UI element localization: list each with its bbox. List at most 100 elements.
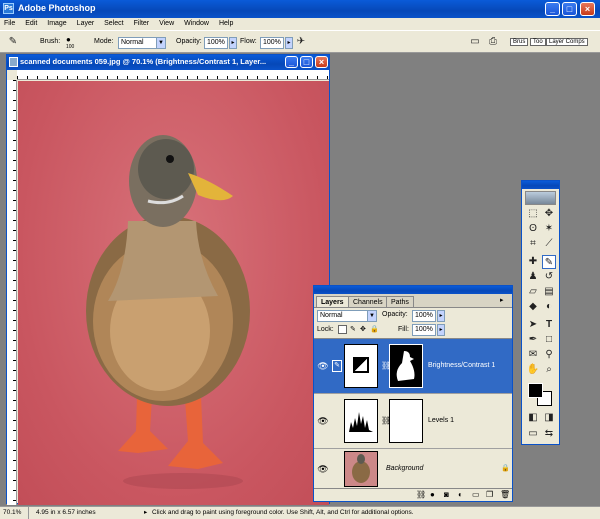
layer-name: Brightness/Contrast 1 [428,362,496,369]
maximize-button[interactable]: □ [562,2,577,16]
brush-tool-icon[interactable]: ✎ [6,35,20,49]
menu-help[interactable]: Help [219,20,233,27]
fill-arrow-icon[interactable]: ▸ [437,324,445,336]
flow-label: Flow: [240,38,257,45]
background-thumbnail [344,451,378,487]
hand-tool-icon[interactable]: ✋ [526,363,540,377]
delete-layer-icon[interactable]: 🗑 [500,490,510,499]
lock-move-icon[interactable]: ✥ [360,325,366,333]
lock-label: Lock: [317,326,334,333]
menu-layer[interactable]: Layer [77,20,95,27]
blend-mode-select[interactable]: Normal ▼ [317,310,377,322]
layer-row-brightness-contrast[interactable]: 👁 ✎ ⛓ Brightness/Contrast 1 [314,339,512,394]
path-select-icon[interactable]: ➤ [526,318,540,332]
lasso-tool-icon[interactable]: ʘ [526,222,540,236]
blur-tool-icon[interactable]: ◆ [526,300,540,314]
airbrush-icon[interactable]: ✈ [294,35,308,49]
flow-arrow-icon[interactable]: ▸ [285,37,293,49]
add-mask-icon[interactable]: ◙ [444,490,449,499]
tab-channels[interactable]: Channels [348,296,388,307]
menu-select[interactable]: Select [104,20,123,27]
marquee-tool-icon[interactable]: ⬚ [526,207,540,221]
tab-tool-presets[interactable]: Too [530,38,546,46]
new-fill-layer-icon[interactable]: ◐ [458,490,463,499]
slice-tool-icon[interactable]: ⟋ [542,237,556,251]
layer-brush-icon: ✎ [332,360,342,372]
foreground-color-swatch[interactable] [528,383,543,398]
visibility-eye-icon[interactable]: 👁 [317,463,329,475]
tab-paths[interactable]: Paths [386,296,414,307]
opacity-arrow-icon[interactable]: ▸ [229,37,237,49]
lock-paint-icon[interactable]: ✎ [350,325,356,333]
eyedropper-icon[interactable]: ⚲ [542,348,556,362]
tab-layers[interactable]: Layers [316,296,349,307]
eraser-tool-icon[interactable]: ▱ [526,285,540,299]
app-title: Adobe Photoshop [18,3,96,13]
horizontal-ruler [17,70,329,80]
menu-file[interactable]: File [4,20,15,27]
status-bar: 70.1% 4.95 in x 6.57 inches ▸ Click and … [0,506,600,519]
jump-to-imageready-icon[interactable]: ⇆ [542,427,556,441]
app-title-bar: Ps Adobe Photoshop _ □ × [0,0,600,18]
menu-image[interactable]: Image [47,20,66,27]
layer-style-icon[interactable]: ● [430,490,435,499]
type-tool-icon[interactable]: T [542,318,556,332]
visibility-eye-icon[interactable]: 👁 [317,415,329,427]
brush-preview-icon[interactable]: ● [66,35,71,44]
notes-tool-icon[interactable]: ✉ [526,348,540,362]
zoom-tool-icon[interactable]: ⌕ [542,363,556,377]
clone-stamp-icon[interactable]: ♟ [526,270,540,284]
screen-mode-icon[interactable]: ▭ [526,427,540,441]
magic-wand-icon[interactable]: ✶ [542,222,556,236]
history-brush-icon[interactable]: ↺ [542,270,556,284]
minimize-button[interactable]: _ [545,2,560,16]
file-browser-icon[interactable]: ▭ [468,35,482,49]
lock-icon: 🔒 [501,465,510,472]
pen-tool-icon[interactable]: ✒ [526,333,540,347]
adobe-online-icon[interactable] [525,191,556,205]
fill-input[interactable]: 100% [412,324,436,336]
close-button[interactable]: × [580,2,595,16]
dodge-tool-icon[interactable]: ◐ [542,300,556,314]
menu-edit[interactable]: Edit [25,20,37,27]
adjustment-thumbnail [344,344,378,388]
opacity-input[interactable]: 100% [204,37,228,49]
layers-opacity-input[interactable]: 100% [412,310,436,322]
menu-filter[interactable]: Filter [134,20,150,27]
layer-row-levels[interactable]: 👁 ⛓ Levels 1 [314,394,512,449]
menu-view[interactable]: View [159,20,174,27]
lock-all-icon[interactable]: 🔒 [370,325,379,333]
tab-layer-comps[interactable]: Layer Comps [546,38,588,46]
shape-tool-icon[interactable]: □ [542,333,556,347]
quick-mask-icon[interactable]: ◧ [526,411,540,425]
healing-brush-icon[interactable]: ✚ [526,255,540,269]
duck-image [86,135,250,489]
brush-tool-selected-icon[interactable]: ✎ [542,255,556,269]
menu-window[interactable]: Window [184,20,209,27]
visibility-eye-icon[interactable]: 👁 [317,360,329,372]
mode-select[interactable]: Normal ▼ [118,37,166,49]
image-canvas[interactable] [18,81,329,505]
flow-input[interactable]: 100% [260,37,284,49]
tab-brushes[interactable]: Brus [510,38,529,46]
lock-transparency-icon[interactable] [338,325,347,334]
doc-minimize-button[interactable]: _ [285,56,298,68]
crop-tool-icon[interactable]: ⌗ [526,237,540,251]
layer-row-background[interactable]: 👁 Background 🔒 [314,449,512,489]
status-arrow-icon[interactable]: ▸ [144,507,147,519]
gradient-tool-icon[interactable]: ▤ [542,285,556,299]
standard-mode-icon[interactable]: ◨ [542,411,556,425]
link-layers-icon[interactable]: ⛓ [416,490,426,499]
doc-info[interactable]: 4.95 in x 6.57 inches [36,507,96,519]
photoshop-logo-icon: Ps [3,3,14,14]
document-title: scanned documents 059.jpg @ 70.1% (Brigh… [20,57,267,66]
zoom-level[interactable]: 70.1% [3,507,29,519]
new-group-icon[interactable]: ▭ [472,490,480,499]
doc-close-button[interactable]: × [315,56,328,68]
layers-opacity-arrow-icon[interactable]: ▸ [437,310,445,322]
new-layer-icon[interactable]: ❐ [486,490,493,499]
print-icon[interactable]: ⎙ [486,35,500,49]
panel-menu-icon[interactable]: ▸ [500,296,504,304]
move-tool-icon[interactable]: ✥ [542,207,556,221]
doc-maximize-button[interactable]: □ [300,56,313,68]
